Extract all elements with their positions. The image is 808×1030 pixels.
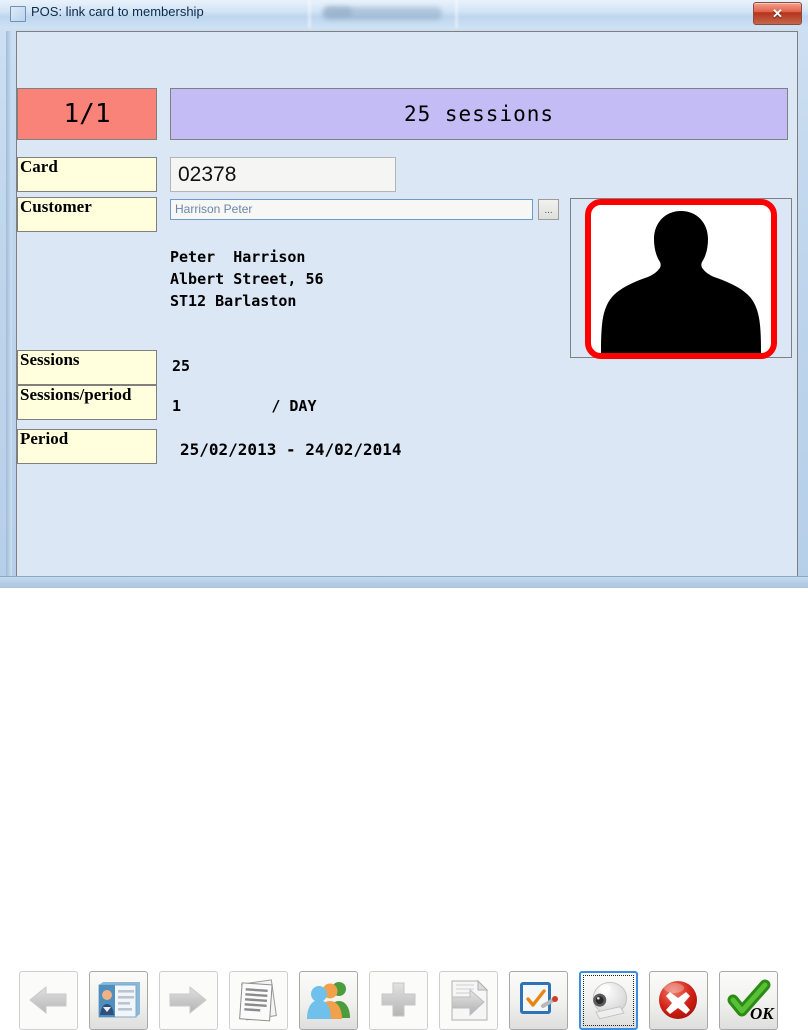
- arrow-left-icon: [29, 985, 67, 1015]
- plus-icon: [381, 982, 416, 1017]
- card-label: Card: [17, 157, 157, 192]
- close-button[interactable]: ✕: [753, 2, 802, 25]
- cancel-button[interactable]: [649, 971, 708, 1030]
- sessions-label: Sessions: [17, 350, 157, 385]
- people-group-icon: [307, 982, 350, 1019]
- sessions-value: 25: [172, 357, 191, 375]
- customer-photo: [585, 199, 777, 359]
- status-bar: [0, 576, 808, 588]
- sessions-banner: 25 sessions: [170, 88, 788, 140]
- period-value: 25/02/2013 - 24/02/2014: [180, 440, 402, 459]
- arrow-right-icon: [169, 985, 207, 1015]
- ok-button[interactable]: OK: [719, 971, 778, 1030]
- sessions-per-period-value: 1 / DAY: [172, 397, 317, 415]
- person-silhouette-icon: [601, 211, 761, 353]
- customer-browse-button[interactable]: ...: [538, 199, 559, 220]
- period-label: Period: [17, 429, 157, 464]
- customer-label: Customer: [17, 197, 157, 232]
- previous-button[interactable]: [19, 971, 78, 1030]
- documents-icon: [239, 979, 277, 1022]
- svg-text:OK: OK: [750, 1004, 775, 1023]
- window-title: POS: link card to membership: [31, 4, 204, 19]
- card-input[interactable]: 02378: [170, 157, 396, 192]
- signature-button[interactable]: [509, 971, 568, 1030]
- title-bar-seam: [455, 0, 458, 28]
- title-bar-seam: [308, 0, 311, 28]
- customer-address: Peter Harrison Albert Street, 56 ST12 Ba…: [170, 248, 324, 310]
- export-document-icon: [451, 979, 489, 1021]
- next-button[interactable]: [159, 971, 218, 1030]
- record-counter: 1/1: [17, 88, 157, 140]
- toolbar: OK: [0, 466, 780, 1030]
- red-x-icon: [659, 981, 697, 1019]
- checklist-tablet-icon: [520, 982, 558, 1014]
- id-card-icon: [98, 982, 140, 1018]
- reports-button[interactable]: [229, 971, 288, 1030]
- background-window-ghost-text: [322, 7, 442, 20]
- sessions-per-period-label: Sessions/period: [17, 385, 157, 420]
- webcam-button[interactable]: [579, 971, 638, 1030]
- application-window: POS: link card to membership ✕ 1/1 25 se…: [0, 0, 808, 1030]
- green-check-ok-icon: OK: [727, 979, 775, 1023]
- window-icon: [10, 6, 26, 22]
- export-button[interactable]: [439, 971, 498, 1030]
- add-button[interactable]: [369, 971, 428, 1030]
- title-bar: POS: link card to membership ✕: [0, 0, 808, 28]
- close-icon: ✕: [772, 6, 783, 21]
- card-details-button[interactable]: [89, 971, 148, 1030]
- customer-input[interactable]: Harrison Peter: [170, 199, 533, 220]
- webcam-icon: [592, 981, 628, 1020]
- members-button[interactable]: [299, 971, 358, 1030]
- customer-photo-frame[interactable]: [570, 198, 792, 359]
